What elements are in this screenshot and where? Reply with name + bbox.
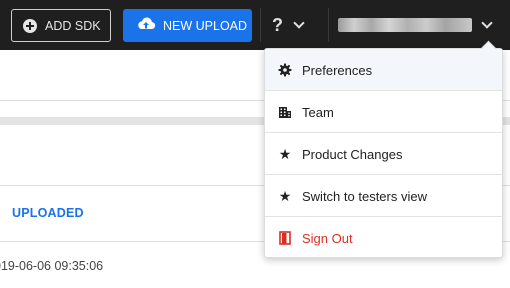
building-icon	[278, 105, 292, 119]
new-upload-label: NEW UPLOAD	[163, 18, 248, 33]
status-badge: UPLOADED	[12, 206, 84, 220]
chevron-down-icon	[481, 17, 493, 29]
star-icon: ★	[278, 145, 292, 162]
menu-item-label: Team	[302, 104, 334, 120]
help-icon: ?	[272, 14, 283, 35]
menu-item-label: Product Changes	[302, 146, 403, 162]
cloud-upload-icon	[136, 16, 156, 35]
toolbar-divider	[328, 8, 329, 42]
upload-timestamp: 019-06-06 09:35:06	[0, 259, 104, 273]
chevron-down-icon	[293, 17, 305, 29]
menu-item-product-changes[interactable]: ★ Product Changes	[265, 133, 502, 175]
menu-item-preferences[interactable]: Preferences	[265, 49, 502, 91]
star-icon: ★	[278, 187, 292, 204]
plus-circle-icon	[23, 18, 37, 33]
account-dropdown-menu: Preferences Team ★ Product Changes ★ Swi…	[264, 48, 503, 258]
door-icon	[278, 231, 292, 245]
top-bar: ADD SDK NEW UPLOAD ?	[0, 0, 510, 50]
account-name-redacted	[338, 18, 472, 32]
menu-item-switch-testers-view[interactable]: ★ Switch to testers view	[265, 175, 502, 217]
menu-item-team[interactable]: Team	[265, 91, 502, 133]
add-sdk-label: ADD SDK	[45, 18, 101, 33]
gear-icon	[278, 63, 292, 77]
toolbar-divider	[260, 8, 261, 42]
menu-item-label: Preferences	[302, 62, 373, 78]
menu-item-label: Switch to testers view	[302, 188, 427, 204]
account-menu-button[interactable]	[338, 12, 498, 38]
menu-item-sign-out[interactable]: Sign Out	[265, 217, 502, 259]
add-sdk-button[interactable]: ADD SDK	[11, 9, 111, 42]
help-menu-button[interactable]: ?	[272, 12, 305, 38]
new-upload-button[interactable]: NEW UPLOAD	[123, 9, 252, 42]
menu-item-label: Sign Out	[302, 230, 353, 246]
